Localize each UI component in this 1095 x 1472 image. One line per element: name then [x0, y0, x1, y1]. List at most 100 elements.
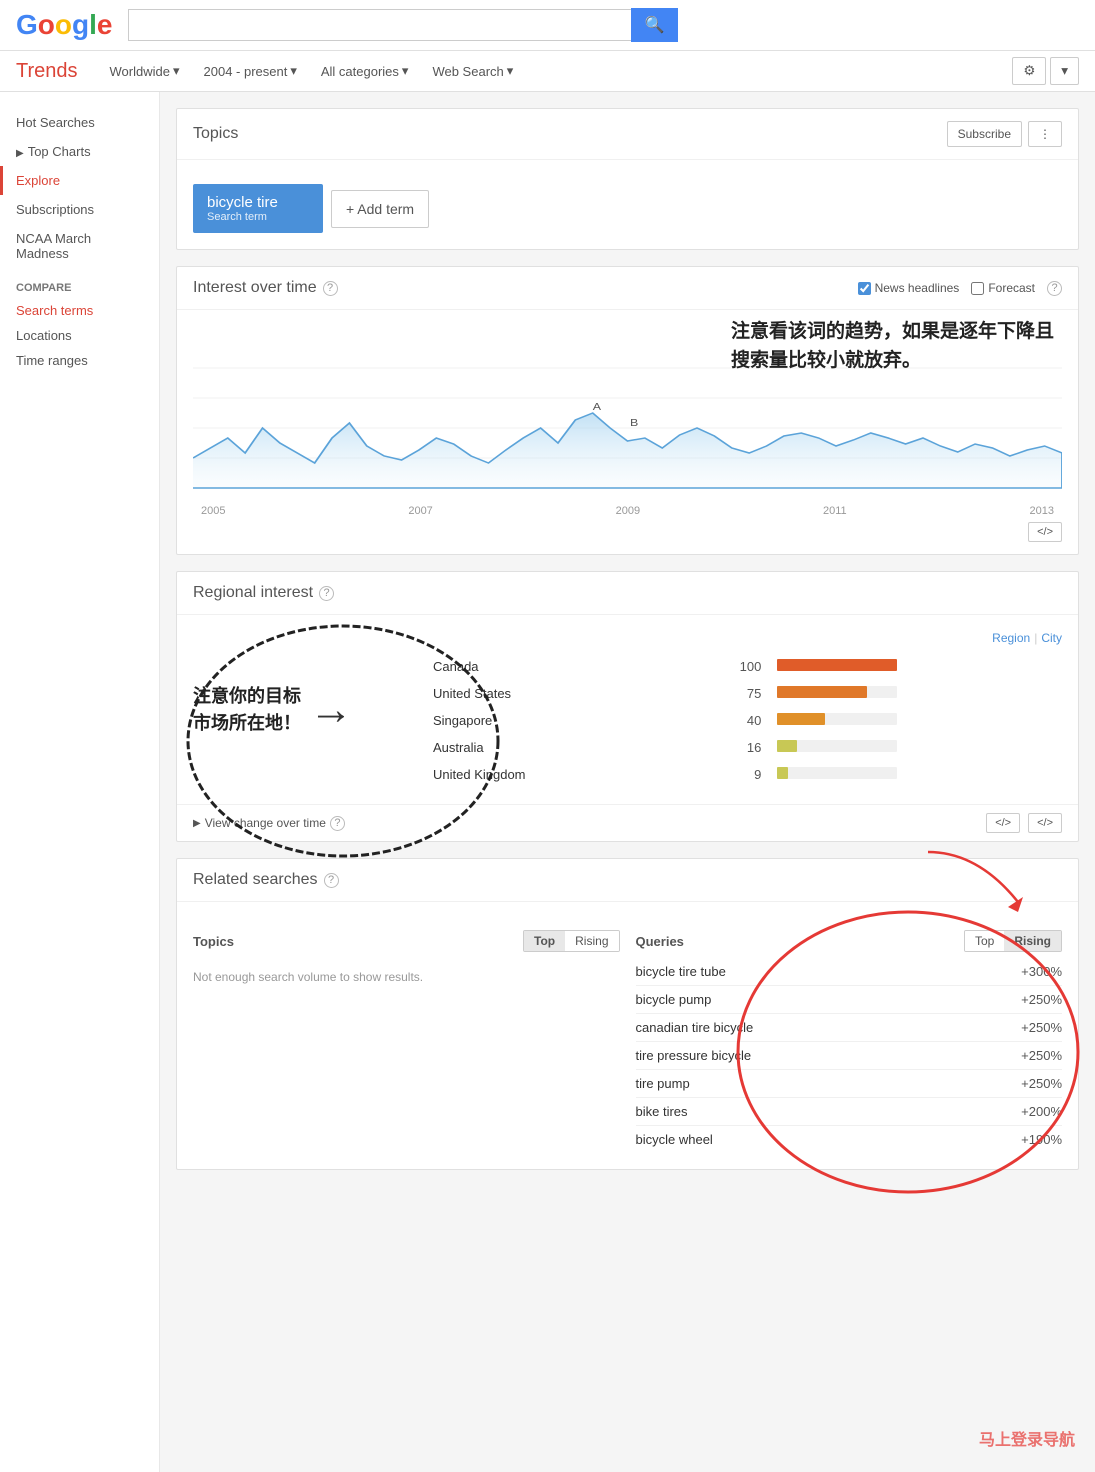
regional-table-section: Region | City Canada 100 United States 7… [425, 631, 1062, 788]
region-bar [777, 686, 867, 698]
main-layout: Hot Searches ▶Top Charts Explore Subscri… [0, 92, 1095, 1472]
topics-top-tab[interactable]: Top [524, 931, 565, 951]
x-label-2005: 2005 [201, 505, 225, 517]
term-chip[interactable]: bicycle tire Search term [193, 184, 323, 233]
more-button[interactable]: ▾ [1050, 57, 1079, 85]
svg-text:A: A [593, 402, 602, 413]
search-button[interactable]: 🔍 [631, 8, 679, 42]
region-tab-region[interactable]: Region [992, 631, 1030, 645]
forecast-help-icon[interactable]: ? [1047, 281, 1062, 296]
query-row[interactable]: bicycle pump +250% [636, 986, 1063, 1014]
subscribe-button[interactable]: Subscribe [947, 121, 1022, 147]
categories-selector[interactable]: All categories ▾ [313, 59, 417, 83]
term-chip-type: Search term [207, 211, 309, 223]
interest-help-icon[interactable]: ? [323, 281, 338, 296]
news-headlines-toggle[interactable]: News headlines [858, 281, 960, 295]
regional-help-icon[interactable]: ? [319, 586, 334, 601]
query-row[interactable]: tire pressure bicycle +250% [636, 1042, 1063, 1070]
trends-title: Trends [16, 60, 78, 83]
sidebar-item-explore[interactable]: Explore [0, 166, 159, 195]
search-input[interactable] [128, 9, 630, 41]
region-table-row[interactable]: Australia 16 [425, 734, 1062, 761]
annotation-zh-2: 搜索量比较小就放弃。 [731, 347, 1054, 376]
sidebar-item-subscriptions[interactable]: Subscriptions [0, 195, 159, 224]
topics-actions: Subscribe ⋮ [947, 121, 1062, 147]
topics-rising-tab[interactable]: Rising [565, 931, 618, 951]
x-label-2009: 2009 [616, 505, 640, 517]
arrow-icon: ▶ [16, 148, 24, 159]
region-table-row[interactable]: Canada 100 [425, 653, 1062, 680]
sidebar-item-search-terms[interactable]: Search terms [0, 298, 159, 323]
settings-button[interactable]: ⚙ [1012, 57, 1046, 85]
forecast-toggle[interactable]: Forecast [971, 281, 1035, 295]
interest-card-header: Interest over time ? News headlines Fore… [177, 267, 1078, 310]
sidebar-item-time-ranges[interactable]: Time ranges [0, 348, 159, 373]
interest-over-time-card: Interest over time ? News headlines Fore… [176, 266, 1079, 555]
query-name: bike tires [636, 1104, 688, 1119]
sidebar-item-top-charts[interactable]: ▶Top Charts [0, 137, 159, 166]
queries-top-tab[interactable]: Top [965, 931, 1004, 951]
region-bar-wrap [777, 686, 897, 698]
query-pct: +250% [1021, 992, 1062, 1007]
query-pct: +250% [1021, 1020, 1062, 1035]
region-name: Australia [425, 734, 683, 761]
query-row[interactable]: canadian tire bicycle +250% [636, 1014, 1063, 1042]
queries-rising-tab[interactable]: Rising [1004, 931, 1061, 951]
sidebar-item-ncaa[interactable]: NCAA March Madness [0, 224, 159, 268]
query-pct: +200% [1021, 1104, 1062, 1119]
interest-title: Interest over time [193, 279, 317, 297]
region-tab-city[interactable]: City [1041, 631, 1062, 645]
chart-x-labels: 2005 2007 2009 2011 2013 [193, 501, 1062, 517]
region-bar-wrap [777, 713, 897, 725]
query-row[interactable]: tire pump +250% [636, 1070, 1063, 1098]
date-selector[interactable]: 2004 - present ▾ [196, 59, 305, 83]
region-table-row[interactable]: United Kingdom 9 [425, 761, 1062, 788]
chevron-down-icon: ▾ [173, 63, 180, 79]
queries-tab-group: Top Rising [964, 930, 1062, 952]
share-button[interactable]: ⋮ [1028, 121, 1062, 147]
sidebar-item-hot-searches[interactable]: Hot Searches [0, 108, 159, 137]
interest-title-row: Interest over time ? [193, 279, 338, 297]
regional-embed-button-right[interactable]: </> [1028, 813, 1062, 833]
view-change-toggle[interactable]: ▶ View change over time ? [193, 816, 345, 831]
query-pct: +190% [1021, 1132, 1062, 1147]
add-term-button[interactable]: + Add term [331, 190, 429, 228]
region-name: Singapore [425, 707, 683, 734]
query-row[interactable]: bicycle tire tube +300% [636, 958, 1063, 986]
query-row[interactable]: bicycle wheel +190% [636, 1126, 1063, 1153]
worldwide-selector[interactable]: Worldwide ▾ [102, 59, 188, 83]
search-type-label: Web Search [432, 64, 503, 79]
regional-embed-button-left[interactable]: </> [986, 813, 1020, 833]
region-table: Canada 100 United States 75 Singapore 40… [425, 653, 1062, 788]
arrow-right-icon: → [309, 685, 353, 735]
related-cols: Topics Top Rising Not enough search volu… [193, 930, 1062, 1153]
related-searches-card: Related searches ? Top [176, 858, 1079, 1170]
logo-o2: o [55, 9, 72, 41]
view-change-help-icon[interactable]: ? [330, 816, 345, 831]
watermark: 马上登录导航 [979, 1426, 1075, 1450]
region-value: 100 [683, 653, 769, 680]
search-type-selector[interactable]: Web Search ▾ [424, 59, 521, 83]
sidebar-item-locations[interactable]: Locations [0, 323, 159, 348]
query-name: tire pressure bicycle [636, 1048, 752, 1063]
forecast-checkbox[interactable] [971, 282, 984, 295]
query-pct: +250% [1021, 1076, 1062, 1091]
content-area: Topics Subscribe ⋮ bicycle tire Search t… [160, 92, 1095, 1472]
region-bar-wrap [777, 659, 897, 671]
news-headlines-checkbox[interactable] [858, 282, 871, 295]
chevron-down-icon-cat: ▾ [402, 63, 409, 79]
related-help-icon[interactable]: ? [324, 873, 339, 888]
interest-embed-button[interactable]: </> [1028, 522, 1062, 542]
query-row[interactable]: bike tires +200% [636, 1098, 1063, 1126]
topics-card: Topics Subscribe ⋮ bicycle tire Search t… [176, 108, 1079, 250]
region-table-row[interactable]: Singapore 40 [425, 707, 1062, 734]
regional-embed-buttons: </> </> [986, 813, 1062, 833]
logo-l: l [89, 9, 97, 41]
related-title: Related searches [193, 871, 318, 889]
region-bar-cell [769, 761, 1062, 788]
region-table-body: Canada 100 United States 75 Singapore 40… [425, 653, 1062, 788]
region-table-row[interactable]: United States 75 [425, 680, 1062, 707]
regional-interest-card: Regional interest ? 注意你的目标 市场所在地！ → [176, 571, 1079, 842]
region-value: 9 [683, 761, 769, 788]
region-bar [777, 740, 796, 752]
